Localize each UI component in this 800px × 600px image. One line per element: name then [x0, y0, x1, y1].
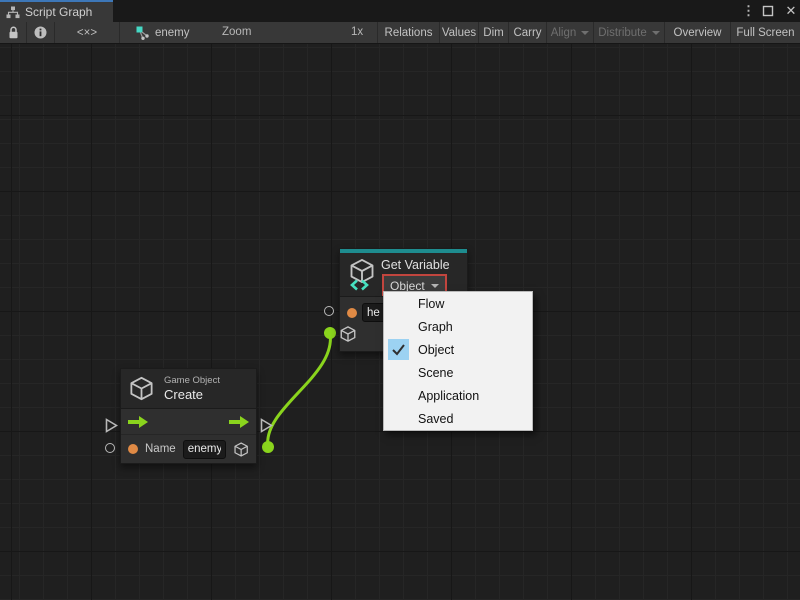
menu-item-label: Flow: [418, 297, 444, 311]
graph-icon: [136, 26, 150, 40]
code-view-button[interactable]: <×>: [55, 22, 119, 43]
menu-item-scene[interactable]: Scene: [384, 361, 532, 384]
menu-item-saved[interactable]: Saved: [384, 407, 532, 430]
kebab-menu-icon[interactable]: ⋮: [742, 3, 752, 19]
flow-input-arrow-icon[interactable]: [128, 416, 148, 428]
game-object-port-icon[interactable]: [339, 325, 357, 343]
zoom-label: Zoom: [222, 26, 251, 38]
graph-breadcrumb[interactable]: enemy: [136, 22, 190, 43]
window-controls: ⋮ ✕: [742, 0, 798, 22]
node-body: Name: [121, 408, 256, 463]
carry-label: Carry: [513, 27, 541, 39]
menu-item-label: Graph: [418, 320, 453, 334]
menu-item-application[interactable]: Application: [384, 384, 532, 407]
distribute-label: Distribute: [598, 27, 647, 39]
script-graph-window: Script Graph ⋮ ✕ <×>: [0, 0, 800, 600]
info-icon: [34, 26, 47, 39]
relations-button[interactable]: Relations: [378, 22, 440, 43]
checkmark-icon: [391, 343, 406, 356]
align-button[interactable]: Align: [547, 22, 594, 43]
values-button[interactable]: Values: [440, 22, 479, 43]
full-screen-button[interactable]: Full Screen: [731, 22, 800, 43]
value-input-port[interactable]: [105, 443, 115, 453]
full-screen-label: Full Screen: [736, 27, 794, 39]
values-label: Values: [442, 27, 476, 39]
node-header: Get Variable Object: [340, 253, 467, 296]
overview-button[interactable]: Overview: [665, 22, 731, 43]
scope-menu: Flow Graph Object Scene Application Save…: [383, 291, 533, 431]
distribute-button[interactable]: Distribute: [594, 22, 665, 43]
sitemap-icon: [6, 6, 20, 19]
menu-item-label: Saved: [418, 412, 453, 426]
zoom-value: 1x: [351, 26, 363, 38]
node-category: Game Object: [164, 375, 220, 387]
toolbar-divider: [119, 22, 120, 43]
flow-output-arrow-icon[interactable]: [229, 416, 249, 428]
node-header: Game Object Create: [121, 369, 256, 408]
tab-bar: Script Graph ⋮ ✕: [0, 0, 800, 22]
string-port-icon[interactable]: [128, 444, 138, 454]
menu-item-label: Object: [418, 343, 454, 357]
menu-item-label: Scene: [418, 366, 453, 380]
variable-code-icon: [350, 279, 369, 291]
maximize-icon[interactable]: [762, 5, 774, 17]
node-title: Create: [164, 387, 220, 402]
code-icon: <×>: [77, 27, 97, 39]
flow-row: [121, 409, 256, 434]
menu-item-object[interactable]: Object: [384, 338, 532, 361]
dim-label: Dim: [483, 27, 503, 39]
flow-input-port[interactable]: [105, 418, 118, 433]
node-title: Get Variable: [381, 258, 450, 272]
game-object-port-icon[interactable]: [233, 441, 249, 458]
close-icon[interactable]: ✕: [784, 3, 798, 19]
checkmark-box: [388, 339, 409, 360]
relations-label: Relations: [385, 27, 433, 39]
chevron-down-icon: [652, 31, 660, 35]
lock-button[interactable]: [0, 22, 26, 43]
value-input-port[interactable]: [324, 306, 334, 316]
chevron-down-icon: [581, 31, 589, 35]
tab-title: Script Graph: [25, 5, 92, 19]
carry-button[interactable]: Carry: [509, 22, 547, 43]
menu-item-flow[interactable]: Flow: [384, 292, 532, 315]
name-row: Name: [121, 434, 256, 463]
overview-label: Overview: [674, 27, 722, 39]
menu-item-graph[interactable]: Graph: [384, 315, 532, 338]
name-input[interactable]: [183, 440, 226, 459]
param-label: Name: [145, 443, 176, 455]
align-label: Align: [551, 27, 577, 39]
chevron-down-icon: [431, 284, 439, 288]
menu-item-label: Application: [418, 389, 479, 403]
string-port-icon[interactable]: [347, 308, 357, 318]
game-object-cube-icon: [128, 375, 155, 402]
graph-toolbar: <×> enemy Zoom 1x Relations Values Dim: [0, 22, 800, 44]
info-button[interactable]: [27, 22, 54, 43]
node-create-game-object[interactable]: Game Object Create Name: [120, 368, 257, 464]
flow-output-port[interactable]: [260, 418, 273, 433]
graph-name: enemy: [155, 27, 190, 39]
lock-icon: [8, 26, 19, 39]
tab-script-graph[interactable]: Script Graph: [0, 0, 113, 22]
dim-button[interactable]: Dim: [479, 22, 509, 43]
